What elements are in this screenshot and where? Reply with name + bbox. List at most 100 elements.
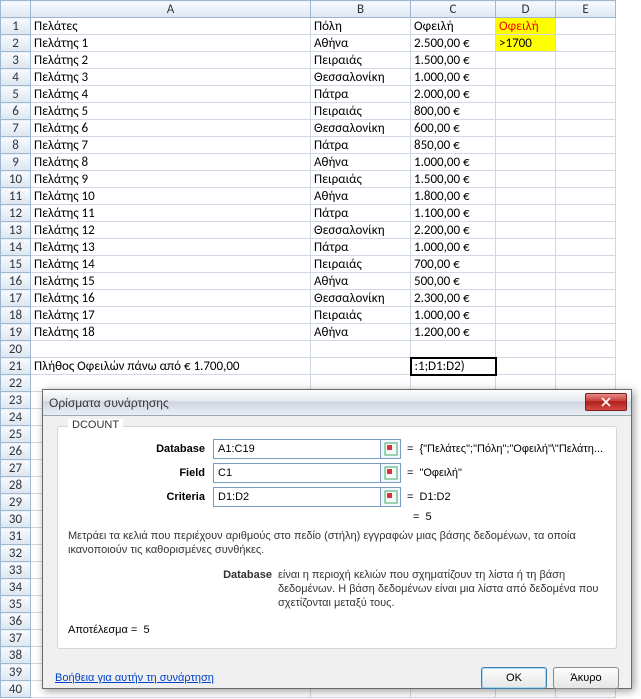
cell-D8[interactable] — [496, 137, 556, 154]
cell-A12[interactable]: Πελάτης 11 — [31, 205, 311, 222]
row-header[interactable]: 8 — [1, 137, 31, 154]
cell-A1[interactable]: Πελάτες — [31, 18, 311, 35]
row-header[interactable]: 29 — [1, 494, 31, 511]
cell-A20[interactable] — [31, 341, 311, 358]
cell-C9[interactable]: 1.000,00 € — [411, 154, 496, 171]
row-header[interactable]: 36 — [1, 613, 31, 630]
row-header[interactable]: 34 — [1, 579, 31, 596]
cell-A11[interactable]: Πελάτης 10 — [31, 188, 311, 205]
row-header[interactable]: 27 — [1, 460, 31, 477]
cell-A7[interactable]: Πελάτης 6 — [31, 120, 311, 137]
row-header[interactable]: 28 — [1, 477, 31, 494]
range-picker-criteria[interactable] — [381, 487, 401, 507]
row-header[interactable]: 35 — [1, 596, 31, 613]
cell-A5[interactable]: Πελάτης 4 — [31, 86, 311, 103]
cell-D17[interactable] — [496, 290, 556, 307]
range-picker-field[interactable] — [381, 463, 401, 483]
cell-A4[interactable]: Πελάτης 3 — [31, 69, 311, 86]
close-button[interactable] — [585, 393, 627, 411]
row-header[interactable]: 23 — [1, 392, 31, 409]
row-header[interactable]: 11 — [1, 188, 31, 205]
row-header[interactable]: 24 — [1, 409, 31, 426]
cell-E15[interactable] — [556, 256, 616, 273]
cell-D18[interactable] — [496, 307, 556, 324]
row-header[interactable]: 26 — [1, 443, 31, 460]
row-header[interactable]: 14 — [1, 239, 31, 256]
cell-D7[interactable] — [496, 120, 556, 137]
row-header[interactable]: 2 — [1, 35, 31, 52]
cell-D5[interactable] — [496, 86, 556, 103]
cell-C19[interactable]: 1.200,00 € — [411, 324, 496, 341]
cell-D2[interactable]: >1700 — [496, 35, 556, 52]
row-header[interactable]: 18 — [1, 307, 31, 324]
cell-A18[interactable]: Πελάτης 17 — [31, 307, 311, 324]
row-header[interactable]: 38 — [1, 647, 31, 664]
row-header[interactable]: 19 — [1, 324, 31, 341]
row-header[interactable]: 30 — [1, 511, 31, 528]
cell-B6[interactable]: Πειραιάς — [311, 103, 411, 120]
cell-B8[interactable]: Πάτρα — [311, 137, 411, 154]
cell-C14[interactable]: 1.000,00 € — [411, 239, 496, 256]
row-header[interactable]: 22 — [1, 375, 31, 392]
cell-A15[interactable]: Πελάτης 14 — [31, 256, 311, 273]
cell-E3[interactable] — [556, 52, 616, 69]
row-header[interactable]: 3 — [1, 52, 31, 69]
cell-C7[interactable]: 600,00 € — [411, 120, 496, 137]
cell-A19[interactable]: Πελάτης 18 — [31, 324, 311, 341]
cell-C4[interactable]: 1.000,00 € — [411, 69, 496, 86]
cell-E1[interactable] — [556, 18, 616, 35]
cell-D6[interactable] — [496, 103, 556, 120]
cell-A6[interactable]: Πελάτης 5 — [31, 103, 311, 120]
cell-E18[interactable] — [556, 307, 616, 324]
range-picker-database[interactable] — [381, 439, 401, 459]
cell-B7[interactable]: Θεσσαλονίκη — [311, 120, 411, 137]
col-header-A[interactable]: A — [31, 1, 311, 18]
cell-E12[interactable] — [556, 205, 616, 222]
arg-input-database[interactable]: A1:C19 — [213, 439, 381, 459]
cell-A2[interactable]: Πελάτης 1 — [31, 35, 311, 52]
row-header[interactable]: 40 — [1, 681, 31, 698]
cell-B13[interactable]: Θεσσαλονίκη — [311, 222, 411, 239]
cell-A14[interactable]: Πελάτης 13 — [31, 239, 311, 256]
cell-C11[interactable]: 1.800,00 € — [411, 188, 496, 205]
cell-B9[interactable]: Αθήνα — [311, 154, 411, 171]
row-header[interactable]: 15 — [1, 256, 31, 273]
cell-D1[interactable]: Οφειλή — [496, 18, 556, 35]
row-header[interactable]: 20 — [1, 341, 31, 358]
cell-C3[interactable]: 1.500,00 € — [411, 52, 496, 69]
cell-E11[interactable] — [556, 188, 616, 205]
cell-C17[interactable]: 2.300,00 € — [411, 290, 496, 307]
cell-B17[interactable]: Θεσσαλονίκη — [311, 290, 411, 307]
cancel-button[interactable]: Άκυρο — [553, 667, 619, 689]
cell-E9[interactable] — [556, 154, 616, 171]
row-header[interactable]: 17 — [1, 290, 31, 307]
cell-A21[interactable]: Πλήθος Οφειλών πάνω από € 1.700,00 — [31, 358, 311, 375]
cell-E2[interactable] — [556, 35, 616, 52]
cell-B18[interactable]: Πειραιάς — [311, 307, 411, 324]
row-header[interactable]: 12 — [1, 205, 31, 222]
row-header[interactable]: 32 — [1, 545, 31, 562]
active-formula-cell[interactable]: :1;D1:D2) — [411, 358, 496, 375]
cell-B5[interactable]: Πάτρα — [311, 86, 411, 103]
cell-D11[interactable] — [496, 188, 556, 205]
row-header[interactable]: 5 — [1, 86, 31, 103]
cell-D9[interactable] — [496, 154, 556, 171]
row-header[interactable]: 33 — [1, 562, 31, 579]
cell-B4[interactable]: Θεσσαλονίκη — [311, 69, 411, 86]
cell-D4[interactable] — [496, 69, 556, 86]
cell-E8[interactable] — [556, 137, 616, 154]
row-header[interactable]: 16 — [1, 273, 31, 290]
row-header[interactable]: 9 — [1, 154, 31, 171]
cell-A16[interactable]: Πελάτης 15 — [31, 273, 311, 290]
cell-D3[interactable] — [496, 52, 556, 69]
cell-D12[interactable] — [496, 205, 556, 222]
arg-input-criteria[interactable]: D1:D2 — [213, 487, 381, 507]
cell-B11[interactable]: Αθήνα — [311, 188, 411, 205]
cell-E6[interactable] — [556, 103, 616, 120]
col-header-B[interactable]: B — [311, 1, 411, 18]
col-header-E[interactable]: E — [556, 1, 616, 18]
row-header[interactable]: 31 — [1, 528, 31, 545]
cell-D15[interactable] — [496, 256, 556, 273]
cell-C18[interactable]: 1.000,00 € — [411, 307, 496, 324]
cell-C13[interactable]: 2.200,00 € — [411, 222, 496, 239]
